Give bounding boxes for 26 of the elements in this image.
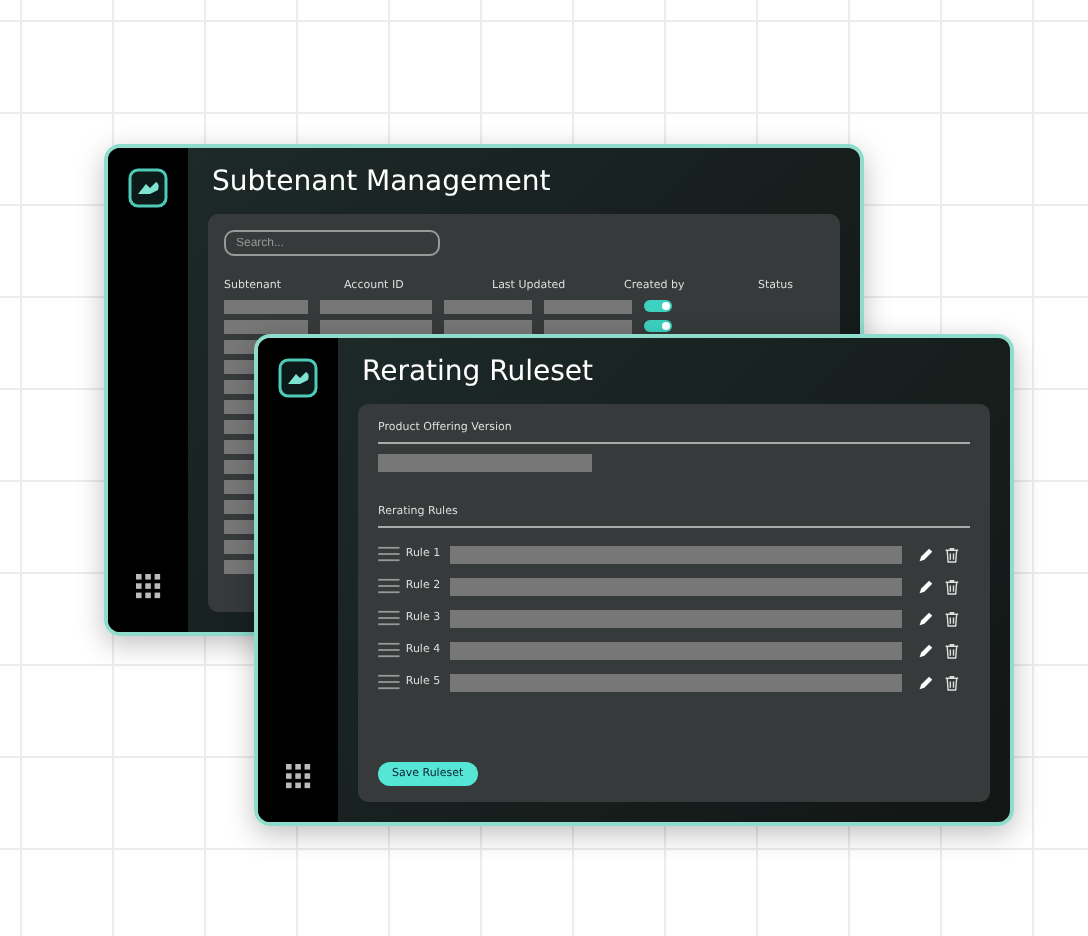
drag-handle-icon[interactable] xyxy=(378,546,400,562)
status-toggle[interactable] xyxy=(644,320,672,332)
placeholder-bar xyxy=(544,319,632,333)
drag-handle-icon[interactable] xyxy=(378,610,400,626)
logo-icon xyxy=(128,168,168,208)
drag-handle-icon[interactable] xyxy=(378,642,400,658)
trash-icon[interactable] xyxy=(944,609,960,627)
logo-icon xyxy=(278,358,318,398)
apps-grid-icon[interactable] xyxy=(285,764,311,790)
drag-handle-icon[interactable] xyxy=(378,674,400,690)
placeholder-bar xyxy=(224,319,308,333)
placeholder-bar xyxy=(320,299,432,313)
placeholder-bar xyxy=(444,319,532,333)
placeholder-bar xyxy=(544,299,632,313)
trash-icon[interactable] xyxy=(944,577,960,595)
apps-grid-icon[interactable] xyxy=(135,574,161,600)
window-title: Subtenant Management xyxy=(210,164,553,202)
drag-handle-icon[interactable] xyxy=(378,578,400,594)
trash-icon[interactable] xyxy=(944,545,960,563)
trash-icon[interactable] xyxy=(944,673,960,691)
trash-icon[interactable] xyxy=(944,641,960,659)
window-title: Rerating Ruleset xyxy=(360,354,596,392)
placeholder-bar xyxy=(444,299,532,313)
status-toggle[interactable] xyxy=(644,300,672,312)
placeholder-bar xyxy=(320,319,432,333)
placeholder-bar xyxy=(224,299,308,313)
